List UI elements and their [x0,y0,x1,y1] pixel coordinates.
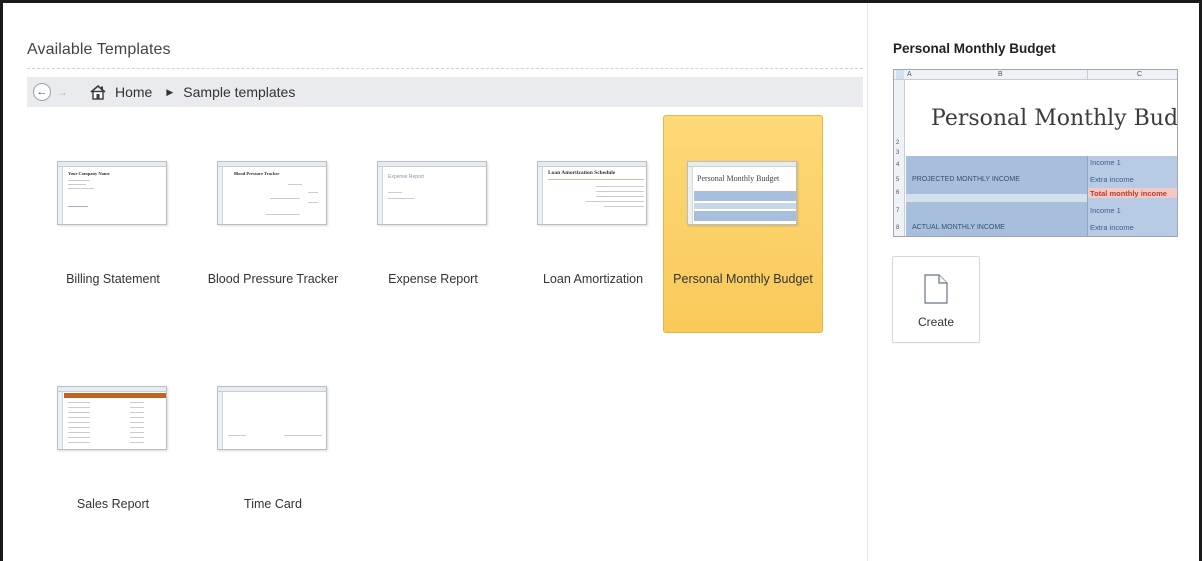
row-number: 3 [896,150,900,156]
preview-cell: Total monthly income [1090,189,1167,198]
preview-cell: Extra income [1090,175,1134,184]
preview-title: Personal Monthly Budget [893,41,1056,56]
home-icon[interactable] [89,84,107,100]
thumb-title: Loan Amortization Schedule [548,170,616,176]
template-thumbnail [57,386,167,450]
template-tile-expense-report[interactable]: Expense Report Expense Report [353,115,513,333]
template-thumbnail: Your Company Name [57,161,167,225]
pane-title: Available Templates [27,41,171,58]
template-tile-personal-monthly-budget[interactable]: Personal Monthly Budget Personal Monthly… [663,115,823,333]
new-document-icon [922,274,950,309]
column-c: C [1137,71,1143,78]
template-thumbnail: Blood Pressure Tracker [217,161,327,225]
breadcrumb-current[interactable]: Sample templates [183,84,295,100]
thumb-title: Expense Report [388,174,424,180]
template-tile-time-card[interactable]: Time Card [193,340,353,558]
template-thumbnail: Personal Monthly Budget [687,161,797,225]
backstage-window: Available Templates ← → Home ▶ Sample te… [0,0,1202,561]
template-label: Personal Monthly Budget [673,272,813,286]
breadcrumb-separator-icon: ▶ [166,86,174,97]
template-label: Blood Pressure Tracker [207,272,339,286]
template-tile-loan-amortization[interactable]: Loan Amortization Schedule Loan Amortiza… [513,115,673,333]
column-a: A [907,71,912,78]
thumb-title: Your Company Name [68,171,110,176]
create-button[interactable]: Create [892,256,980,343]
template-label: Sales Report [76,497,150,511]
preview-cell: ACTUAL MONTHLY INCOME [912,224,1005,231]
template-thumbnail [217,386,327,450]
row-number: 4 [896,162,900,168]
preview-sheet-title: Personal Monthly Bud [931,106,1178,131]
template-preview-image: A B C 2 3 Personal Monthly Bud 4 Income … [893,69,1178,237]
preview-cell: Income 1 [1090,206,1121,215]
row-number: 6 [896,190,900,196]
row-number: 5 [896,177,900,183]
template-label: Loan Amortization [542,272,644,286]
available-templates-pane: Available Templates ← → Home ▶ Sample te… [13,3,863,561]
row-number: 2 [896,140,900,146]
forward-arrow-icon[interactable]: → [53,83,71,101]
template-label: Expense Report [388,272,478,286]
template-label: Billing Statement [66,272,160,286]
template-tile-sales-report[interactable]: Sales Report [33,340,193,558]
back-arrow-icon[interactable]: ← [33,83,51,101]
template-tile-billing-statement[interactable]: Your Company Name Billing Statement [33,115,193,333]
row-number: 8 [896,225,900,231]
template-label: Time Card [244,497,302,511]
preview-pane: Personal Monthly Budget A B C 2 3 Person… [868,3,1202,561]
preview-cell: Income 1 [1090,158,1121,167]
template-thumbnail: Expense Report [377,161,487,225]
preview-column-headers: A B C [894,70,1177,80]
thumb-title: Personal Monthly Budget [697,174,780,183]
title-divider [27,68,863,69]
row-number: 7 [896,208,900,214]
preview-cell: Extra income [1090,223,1134,232]
template-tile-blood-pressure-tracker[interactable]: Blood Pressure Tracker Blood Pressure Tr… [193,115,353,333]
column-b: B [998,71,1003,78]
breadcrumb-bar: ← → Home ▶ Sample templates [27,77,863,107]
template-thumbnail: Loan Amortization Schedule [537,161,647,225]
create-button-label: Create [917,315,955,329]
breadcrumb-home[interactable]: Home [115,84,152,100]
thumb-title: Blood Pressure Tracker [234,171,280,176]
preview-cell: PROJECTED MONTHLY INCOME [912,176,1020,183]
